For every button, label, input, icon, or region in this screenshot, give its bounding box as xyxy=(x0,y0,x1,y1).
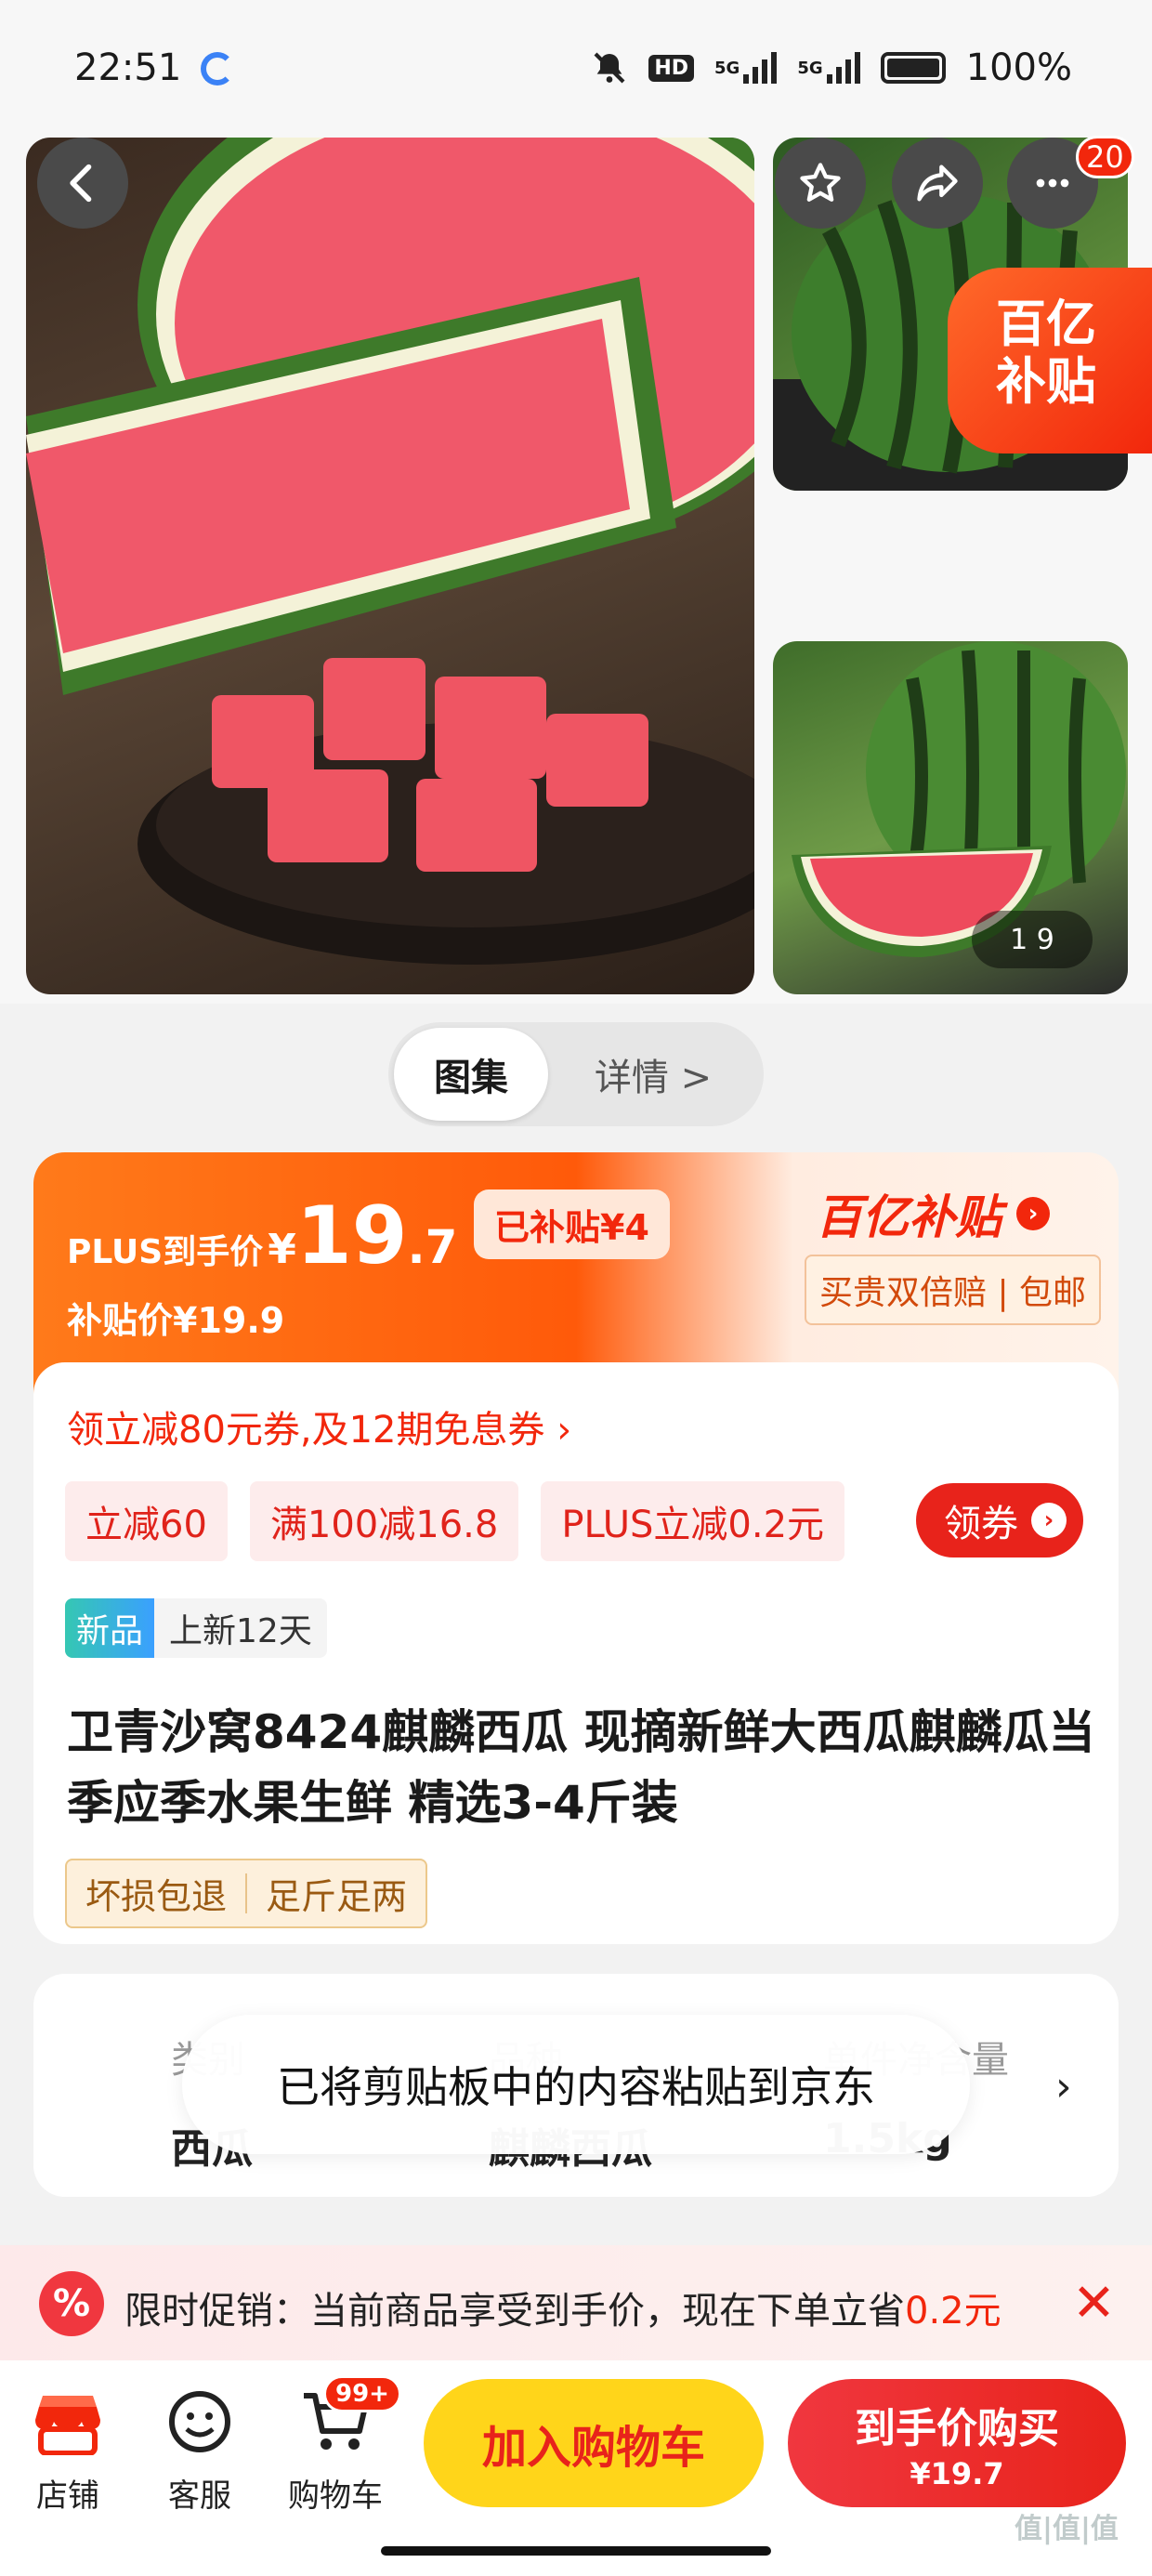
promo-strip[interactable]: % 限时促销：当前商品享受到手价，现在下单立省0.2元 ✕ xyxy=(0,2245,1152,2360)
guarantee-label: 买贵双倍赔 | 包邮 xyxy=(805,1255,1102,1325)
cart-count-badge: 99+ xyxy=(323,2375,401,2412)
product-title: 卫青沙窝8424麒麟西瓜 现摘新鲜大西瓜麒麟瓜当季应季水果生鲜 精选3-4斤装 xyxy=(67,1705,1095,1830)
promo-badge-line2: 补贴 xyxy=(996,352,1096,411)
plus-price: PLUS到手价 ¥19.7 xyxy=(67,1189,457,1282)
promo-message: 限时促销：当前商品享受到手价，现在下单立省0.2元 xyxy=(124,2280,1001,2334)
hd-icon: HD xyxy=(648,54,695,82)
new-badge: 新品 xyxy=(65,1598,155,1658)
network-label-2: 5G xyxy=(797,58,823,78)
back-button[interactable] xyxy=(37,138,128,229)
promo-badge-line1: 百亿 xyxy=(996,295,1096,353)
store-icon xyxy=(7,2386,128,2457)
subsidy-brand-label: 百亿补贴 xyxy=(816,1190,1001,1244)
buy-now-button[interactable]: 到手价购买 ¥19.7 xyxy=(788,2379,1126,2507)
status-icons: HD 5G 5G 100% xyxy=(591,46,1072,89)
battery-percent: 100% xyxy=(965,46,1072,89)
network-label: 5G xyxy=(714,58,740,78)
star-icon xyxy=(800,163,841,202)
clipboard-toast: 已将剪贴板中的内容粘贴到京东 xyxy=(182,2015,970,2154)
price-decimal: .7 xyxy=(407,1220,458,1274)
tab-label: 购物车 xyxy=(288,2477,383,2515)
share-button[interactable] xyxy=(892,138,983,229)
buy-label: 到手价购买 xyxy=(855,2405,1059,2452)
tab-label: 店铺 xyxy=(36,2477,99,2515)
main-product-image[interactable] xyxy=(26,138,754,994)
favorite-button[interactable] xyxy=(775,138,866,229)
image-counter: 1 9 xyxy=(972,911,1093,968)
service-tag: 足斤足两 xyxy=(266,1876,408,1917)
chevron-right-icon: › xyxy=(1055,2063,1072,2110)
chevron-right-icon: › xyxy=(1031,1503,1067,1538)
chevron-right-icon: › xyxy=(1016,1197,1050,1230)
coupon-chip[interactable]: 立减60 xyxy=(65,1481,228,1561)
chat-icon xyxy=(139,2386,260,2457)
get-coupon-label: 领券 xyxy=(944,1503,1018,1545)
gallery-detail-switch: 图集 详情 > xyxy=(388,1022,764,1126)
tab-service[interactable]: 客服 xyxy=(139,2386,260,2516)
back-arrow-icon xyxy=(70,164,92,203)
tab-store[interactable]: 店铺 xyxy=(7,2386,128,2516)
promo-text: 限时促销：当前商品享受到手价，现在下单立省 xyxy=(124,2290,905,2333)
get-coupon-button[interactable]: 领券 › xyxy=(916,1483,1083,1557)
loading-icon xyxy=(201,52,234,85)
watermark-logo: 值|值|值 xyxy=(1015,2513,1119,2545)
share-icon xyxy=(917,164,958,202)
price-currency: ¥ xyxy=(268,1226,296,1273)
subsidy-price: 补贴价¥19.9 xyxy=(67,1300,285,1341)
more-dots-icon xyxy=(1036,178,1069,188)
close-icon[interactable]: ✕ xyxy=(1072,2273,1116,2333)
tab-details[interactable]: 详情 > xyxy=(548,1028,758,1121)
discount-icon: % xyxy=(39,2271,104,2336)
new-days-text: 上新12天 xyxy=(169,1612,312,1650)
buy-price: ¥19.7 xyxy=(910,2456,1004,2491)
promo-amount: 0.2元 xyxy=(905,2290,1001,2333)
coupon-chip[interactable]: 满100减16.8 xyxy=(249,1481,519,1561)
status-time: 22:51 xyxy=(74,46,182,89)
service-tag: 坏损包退 xyxy=(85,1876,228,1917)
battery-icon xyxy=(880,52,946,84)
signal-icon-2: 5G xyxy=(797,52,860,84)
message-count-badge: 20 xyxy=(1076,136,1134,178)
tab-gallery[interactable]: 图集 xyxy=(394,1028,548,1121)
home-indicator[interactable] xyxy=(381,2546,771,2556)
coupon-chips: 立减60 满100减16.8 PLUS立减0.2元 xyxy=(65,1481,845,1561)
product-info-card: 领立减80元券,及12期免息券 › 立减60 满100减16.8 PLUS立减0… xyxy=(33,1362,1119,1944)
service-tags[interactable]: 坏损包退 足斤足两 xyxy=(65,1859,428,1928)
subsidy-promo-badge: 百亿 补贴 xyxy=(948,268,1152,453)
price-integer: 19 xyxy=(295,1189,408,1282)
coupon-offer-link[interactable]: 领立减80元券,及12期免息券 › xyxy=(67,1400,571,1453)
status-bar: 22:51 HD 5G 5G 100% xyxy=(0,0,1152,130)
mute-bell-icon xyxy=(591,49,628,86)
plus-price-label: PLUS到手价 xyxy=(67,1233,264,1271)
signal-icon: 5G xyxy=(714,52,778,84)
add-to-cart-button[interactable]: 加入购物车 xyxy=(424,2379,764,2507)
coupon-chip[interactable]: PLUS立减0.2元 xyxy=(541,1481,845,1561)
subsidy-amount-badge: 已补贴¥4 xyxy=(474,1189,670,1259)
tab-label: 客服 xyxy=(168,2477,231,2515)
subsidy-brand-link[interactable]: 百亿补贴 › xyxy=(816,1180,1050,1247)
new-product-tag: 新品 上新12天 xyxy=(65,1598,327,1658)
